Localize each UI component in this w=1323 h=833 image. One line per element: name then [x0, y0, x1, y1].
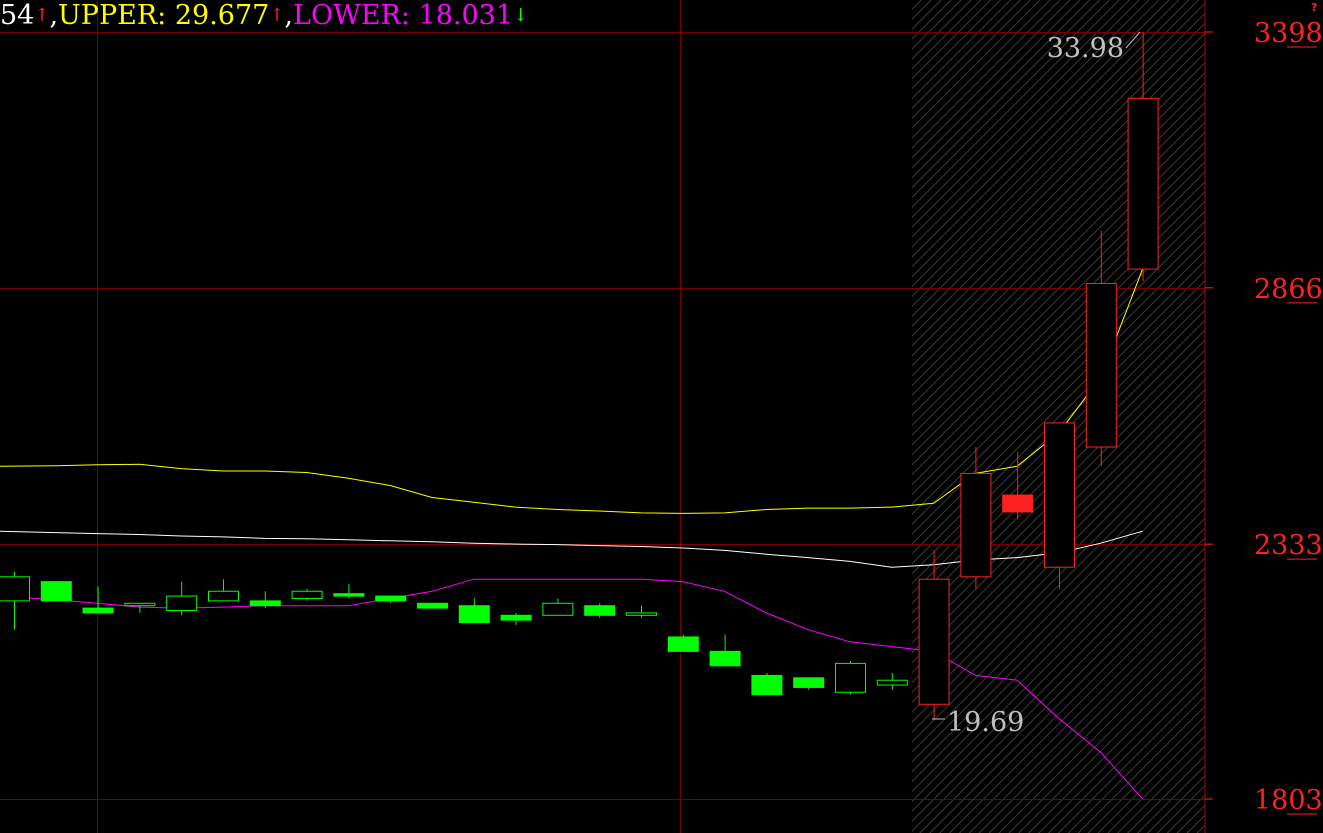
candle-body	[333, 593, 365, 597]
candle-body	[542, 602, 574, 616]
price-axis-label: 3398	[1254, 18, 1323, 49]
candlestick-chart: 3398 2866 2333 1803 33.98 19.69 ?	[0, 0, 1323, 833]
header-upper-value: UPPER: 29.677	[58, 0, 270, 31]
candle-body	[166, 595, 198, 611]
candle-body	[40, 581, 72, 602]
candle-body	[876, 679, 908, 686]
header-mid-fragment: 54	[0, 0, 35, 31]
header-separator-2: ,	[284, 0, 294, 31]
candle-body	[835, 662, 866, 693]
candle-body	[584, 605, 616, 616]
indicator-header: 54↑,UPPER: 29.677↑,LOWER: 18.031↓	[0, 0, 528, 34]
candle-body	[626, 612, 657, 616]
candle-body	[0, 576, 30, 602]
candle-body	[709, 650, 741, 667]
candle-body	[208, 590, 239, 602]
price-axis-label: 2333	[1254, 530, 1323, 561]
candle-body	[793, 677, 825, 688]
candle-body	[124, 602, 156, 607]
candle-body	[1085, 282, 1117, 448]
price-axis-label: 2866	[1254, 274, 1323, 305]
candle-body	[1127, 97, 1159, 270]
candle-body	[375, 595, 407, 602]
header-lower-value: LOWER: 18.031	[293, 0, 514, 31]
candle-body	[500, 614, 532, 621]
candle-body	[918, 578, 950, 705]
header-separator-1: ,	[49, 0, 59, 31]
header-up-mark: ↑	[34, 5, 50, 26]
candle-body	[1044, 422, 1075, 568]
candle-body	[291, 590, 323, 599]
header-down-mark: ↓	[513, 5, 529, 26]
high-label: 33.98	[1047, 33, 1124, 64]
candle-body	[417, 602, 448, 609]
corner-mark: ?	[1311, 1, 1317, 14]
header-up-mark-2: ↑	[269, 5, 285, 26]
candle-body	[960, 472, 992, 578]
candle-body	[82, 607, 114, 614]
candle-body	[249, 600, 281, 607]
candle-body	[751, 674, 783, 696]
candle-body	[458, 605, 490, 624]
candle-body	[1002, 494, 1034, 513]
price-axis-label: 1803	[1254, 785, 1323, 816]
candle-body	[667, 636, 699, 652]
low-label: 19.69	[947, 707, 1024, 738]
